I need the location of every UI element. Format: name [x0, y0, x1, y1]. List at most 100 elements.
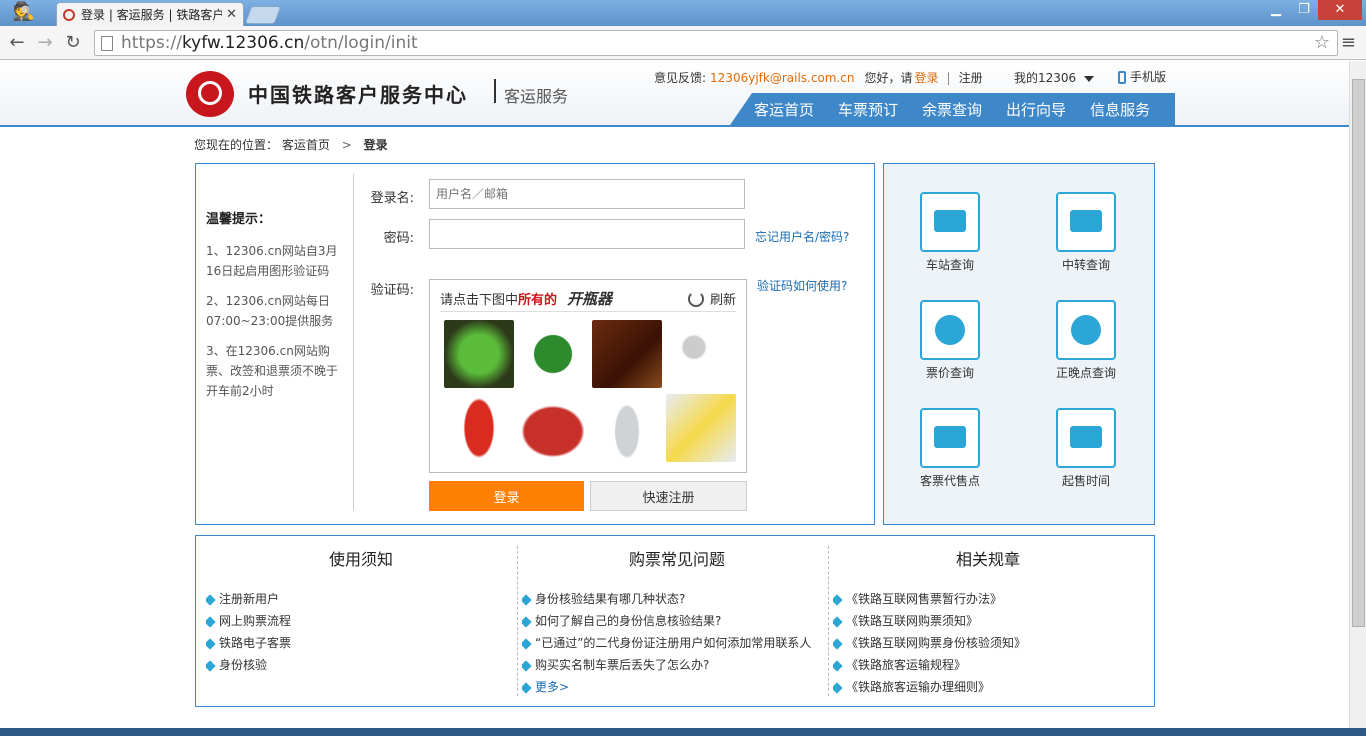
services-panel: 车站查询 中转查询 票价查询 正晚点查询 客票代售点 起售时间: [883, 163, 1155, 525]
back-icon[interactable]: ←: [6, 32, 28, 54]
breadcrumb-home-link[interactable]: 客运首页: [282, 138, 330, 152]
captcha-image-keychain[interactable]: [666, 320, 736, 388]
list-item[interactable]: 注册新用户: [206, 588, 516, 610]
quick-register-button[interactable]: 快速注册: [590, 481, 747, 511]
list-item[interactable]: 网上购票流程: [206, 610, 516, 632]
breadcrumb: 您现在的位置： 客运首页 > 登录: [194, 136, 388, 153]
register-link[interactable]: 注册: [959, 69, 983, 86]
column-title: 相关规章: [955, 550, 1020, 569]
list-item[interactable]: 购买实名制车票后丢失了怎么办?: [522, 654, 832, 676]
captcha-image-plaque[interactable]: [592, 320, 662, 388]
column-divider: [828, 546, 829, 696]
url-scheme: https://: [121, 33, 182, 53]
service-punctuality-query[interactable]: 正晚点查询: [1036, 300, 1136, 381]
service-ticket-agents[interactable]: 客票代售点: [900, 408, 1000, 489]
minimize-icon[interactable]: ▁: [1262, 0, 1290, 20]
captcha-image-drum[interactable]: [518, 394, 588, 462]
nav-item-booking[interactable]: 车票预订: [838, 99, 898, 120]
browser-toolbar: ← → ↻ https://kyfw.12306.cn/otn/login/in…: [0, 26, 1366, 60]
logo-title[interactable]: 中国铁路客户服务中心: [248, 79, 468, 108]
list-item[interactable]: 身份核验结果有哪几种状态?: [522, 588, 832, 610]
list-item[interactable]: 铁路电子客票: [206, 632, 516, 654]
forward-icon[interactable]: →: [34, 32, 56, 54]
captcha-prompt-emphasis: 所有的: [518, 293, 558, 308]
reload-icon[interactable]: ↻: [62, 32, 84, 54]
window-close-icon[interactable]: ✕: [1318, 0, 1362, 20]
more-link[interactable]: 更多>: [522, 676, 832, 698]
close-tab-icon[interactable]: ✕: [226, 7, 237, 22]
fare-search-icon: [920, 300, 980, 360]
captcha-widget: 请点击下图中 所有的 开瓶器 刷新: [429, 279, 747, 473]
list-item[interactable]: 如何了解自己的身份信息核验结果?: [522, 610, 832, 632]
breadcrumb-prefix: 您现在的位置：: [194, 138, 279, 152]
nav-item-remaining-tickets[interactable]: 余票查询: [922, 99, 982, 120]
username-input[interactable]: [429, 179, 745, 209]
tips-section: 温馨提示： 1、12306.cn网站自3月16日起启用图形验证码 2、12306…: [206, 208, 346, 411]
service-station-query[interactable]: 车站查询: [900, 192, 1000, 273]
service-transfer-query[interactable]: 中转查询: [1036, 192, 1136, 273]
service-label: 客票代售点: [919, 474, 980, 488]
list-item[interactable]: “已通过”的二代身份证注册用户如何添加常用联系人: [522, 632, 832, 654]
captcha-image-toys[interactable]: [666, 394, 736, 462]
incognito-icon: 🕵: [12, 1, 36, 22]
list-item[interactable]: 《铁路旅客运输规程》: [833, 654, 1143, 676]
login-button[interactable]: 登录: [429, 481, 584, 511]
bookmark-star-icon[interactable]: ☆: [1314, 32, 1330, 53]
feedback-label: 意见反馈:: [654, 71, 707, 85]
nav-item-home[interactable]: 客运首页: [754, 99, 814, 120]
site-favicon-icon: [63, 8, 75, 21]
service-label: 起售时间: [1061, 474, 1110, 488]
new-tab-button[interactable]: [244, 6, 282, 24]
list-item[interactable]: 《铁路互联网售票暂行办法》: [833, 588, 1143, 610]
clock-icon: [1056, 300, 1116, 360]
mobile-label: 手机版: [1130, 70, 1167, 84]
nav-item-info-service[interactable]: 信息服务: [1090, 99, 1150, 120]
tip-item: 2、12306.cn网站每日07:00~23:00提供服务: [206, 294, 334, 328]
usage-notes-column: 使用须知 注册新用户 网上购票流程 铁路电子客票 身份核验: [206, 546, 516, 696]
column-title: 购票常见问题: [628, 550, 725, 569]
nav-item-travel-guide[interactable]: 出行向导: [1006, 99, 1066, 120]
captcha-image-bottle-opener[interactable]: [444, 394, 514, 462]
ticket-agent-icon: [920, 408, 980, 468]
username-label: 登录名:: [370, 191, 414, 206]
captcha-image-opener-metal[interactable]: [592, 394, 662, 462]
tip-item: 3、在12306.cn网站购票、改签和退票须不晚于开车前2小时: [206, 344, 339, 398]
page-scrollbar[interactable]: [1349, 61, 1366, 728]
password-input[interactable]: [429, 219, 745, 249]
captcha-image-watermelon[interactable]: [518, 320, 588, 388]
address-bar[interactable]: https://kyfw.12306.cn/otn/login/init: [94, 30, 1338, 56]
login-link[interactable]: 登录: [915, 69, 939, 86]
feedback-email-link[interactable]: 12306yjfk@rails.com.cn: [710, 71, 854, 85]
mobile-version-link[interactable]: 手机版: [1118, 68, 1166, 85]
service-sale-time[interactable]: 起售时间: [1036, 408, 1136, 489]
service-label: 车站查询: [925, 258, 974, 272]
list-item[interactable]: 《铁路互联网购票须知》: [833, 610, 1143, 632]
tip-item: 1、12306.cn网站自3月16日起启用图形验证码: [206, 244, 338, 278]
service-fare-query[interactable]: 票价查询: [900, 300, 1000, 381]
list-item[interactable]: 《铁路旅客运输办理细则》: [833, 676, 1143, 698]
refresh-label: 刷新: [709, 293, 736, 308]
phone-icon: [1118, 71, 1126, 84]
os-taskbar: [0, 728, 1366, 736]
browser-tab[interactable]: 登录 | 客运服务 | 铁路客户服务中心 ✕: [56, 2, 244, 26]
railway-logo-icon[interactable]: [186, 71, 234, 117]
list-item[interactable]: 《铁路互联网购票身份核验须知》: [833, 632, 1143, 654]
my12306-dropdown[interactable]: 我的12306: [1014, 69, 1095, 86]
captcha-image-grid: [444, 320, 736, 462]
greeting-text: 您好，请: [864, 71, 913, 85]
list-item[interactable]: 身份核验: [206, 654, 516, 676]
info-panel: 使用须知 注册新用户 网上购票流程 铁路电子客票 身份核验 购票常见问题 身份核…: [195, 535, 1155, 707]
captcha-help-link[interactable]: 验证码如何使用?: [757, 277, 847, 294]
maximize-icon[interactable]: ❐: [1290, 0, 1318, 20]
captcha-target-word: 开瓶器: [567, 290, 613, 308]
browser-menu-icon[interactable]: ≡: [1341, 32, 1356, 53]
captcha-refresh-button[interactable]: 刷新: [687, 289, 736, 308]
forgot-password-link[interactable]: 忘记用户名/密码?: [755, 228, 849, 245]
faq-column: 购票常见问题 身份核验结果有哪几种状态? 如何了解自己的身份信息核验结果? “已…: [522, 546, 832, 696]
captcha-image-pepper[interactable]: [444, 320, 514, 388]
scrollbar-thumb[interactable]: [1352, 79, 1365, 627]
column-title: 使用须知: [328, 550, 393, 569]
regulations-column: 相关规章 《铁路互联网售票暂行办法》 《铁路互联网购票须知》 《铁路互联网购票身…: [833, 546, 1143, 696]
station-icon: [920, 192, 980, 252]
column-divider: [517, 546, 518, 696]
